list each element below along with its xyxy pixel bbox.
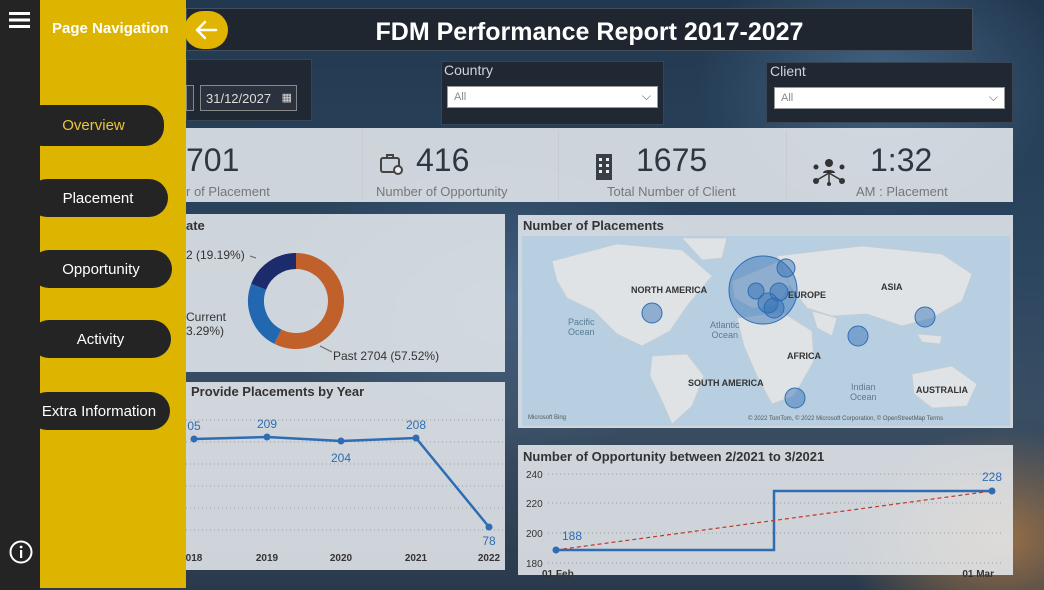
map-label-asia: ASIA: [881, 282, 903, 292]
kpi-client-label: Total Number of Client: [607, 184, 736, 199]
title-bar: FDM Performance Report 2017-2027: [186, 8, 973, 51]
year-point-label: 208: [406, 418, 426, 432]
year-point: [337, 437, 345, 445]
year-x-label: 2022: [478, 553, 501, 564]
nav-activity-button[interactable]: Activity: [30, 320, 171, 358]
year-point: [412, 434, 420, 442]
year-point-label: 209: [257, 417, 277, 431]
opp-y-tick: 180: [526, 559, 543, 570]
year-point: [190, 435, 198, 443]
chevron-down-icon: ⌵: [641, 89, 651, 103]
left-rail: [0, 0, 40, 590]
donut-title: ate: [186, 218, 205, 233]
year-point-label: 204: [331, 451, 351, 465]
client-dropdown[interactable]: All ⌵: [774, 87, 1005, 109]
year-point-label: 05: [187, 419, 201, 433]
chevron-down-icon: ⌵: [988, 90, 998, 104]
opp-y-tick: 200: [526, 529, 543, 540]
kpi-ratio-value: 1:32: [870, 142, 933, 178]
opportunity-line-chart: 240 220 200 180 188 228 01 Feb 01 Mar: [526, 470, 1003, 580]
kpi-placement-value: 701: [186, 142, 240, 178]
opp-y-tick: 220: [526, 499, 543, 510]
arrow-left-icon: [195, 20, 218, 40]
world-map[interactable]: [522, 236, 1010, 426]
map-label-atlantic: Atlantic Ocean: [710, 320, 740, 340]
year-x-label: 2019: [256, 553, 279, 564]
map-label-australia: AUSTRALIA: [916, 385, 968, 395]
kpi-opportunity-label: Number of Opportunity: [376, 184, 508, 199]
map-title: Number of Placements: [523, 218, 664, 233]
nav-extra-information-button[interactable]: Extra Information: [28, 392, 170, 430]
kpi-client-value: 1675: [636, 142, 708, 178]
year-x-label: 018: [186, 553, 203, 564]
year-line-chart: 05 018 209 2019 204 2020 208 2021 78 2022: [186, 417, 505, 564]
opp-point: [988, 487, 996, 495]
year-point: [263, 433, 271, 441]
map-label-europe: EUROPE: [788, 290, 827, 300]
opp-point-label: 228: [982, 470, 1002, 484]
opp-y-tick: 240: [526, 470, 543, 481]
map-label-north-america: NORTH AMERICA: [631, 285, 708, 295]
country-dropdown[interactable]: All ⌵: [447, 86, 658, 108]
network-people-icon: [813, 159, 845, 186]
kpi-opportunity-value: 416: [416, 142, 470, 178]
kpi-placement-label: r of Placement: [186, 184, 270, 199]
map-label-africa: AFRICA: [787, 351, 821, 361]
back-button[interactable]: [184, 11, 228, 49]
kpi-ratio-label: AM : Placement: [856, 184, 948, 199]
donut-label-top: 2 (19.19%): [186, 248, 245, 262]
bing-logo: Microsoft Bing: [528, 415, 567, 421]
briefcase-icon: [380, 154, 403, 175]
country-filter-label: Country: [444, 62, 494, 78]
opp-point: [552, 546, 560, 554]
year-x-label: 2021: [405, 553, 428, 564]
year-point-label: 78: [482, 534, 496, 548]
opp-x-label: 01 Feb: [542, 569, 574, 580]
client-filter-label: Client: [770, 63, 806, 79]
opp-x-label: 01 Mar: [962, 569, 994, 580]
navigation-title: Page Navigation: [52, 20, 169, 37]
nav-opportunity-button[interactable]: Opportunity: [30, 250, 172, 288]
year-x-label: 2020: [330, 553, 353, 564]
donut-leader-lines: [249, 255, 333, 353]
date-start-input[interactable]: [186, 85, 194, 111]
map-label-pacific: Pacific Ocean: [568, 317, 595, 337]
opp-point-label: 188: [562, 529, 582, 543]
divider: [362, 130, 363, 200]
nav-placement-button[interactable]: Placement: [28, 179, 168, 217]
date-end-value: 31/12/2027: [206, 91, 272, 106]
map-copyright: © 2022 TomTom, © 2022 Microsoft Corporat…: [748, 416, 944, 422]
hamburger-menu-icon[interactable]: [9, 11, 30, 29]
divider: [558, 130, 559, 200]
donut-label-current: Current: [186, 310, 227, 324]
info-icon[interactable]: [9, 540, 33, 564]
year-point: [485, 523, 493, 531]
country-dropdown-value: All: [454, 91, 467, 103]
donut-label-current-pct: 3.29%): [186, 324, 225, 338]
date-end-input[interactable]: 31/12/2027 ▦: [200, 85, 297, 111]
building-icon: [596, 154, 612, 180]
donut-label-past: Past 2704 (57.52%): [333, 349, 440, 363]
calendar-icon[interactable]: ▦: [282, 91, 292, 104]
client-dropdown-value: All: [781, 92, 794, 104]
map-label-south-america: SOUTH AMERICA: [688, 378, 764, 388]
nav-overview-button[interactable]: Overview: [23, 105, 164, 146]
year-chart-title: Provide Placements by Year: [191, 384, 365, 399]
map-label-indian: Indian Ocean: [850, 382, 877, 402]
page-navigation-panel: [40, 0, 186, 588]
page-title: FDM Performance Report 2017-2027: [375, 18, 804, 46]
divider: [786, 130, 787, 200]
